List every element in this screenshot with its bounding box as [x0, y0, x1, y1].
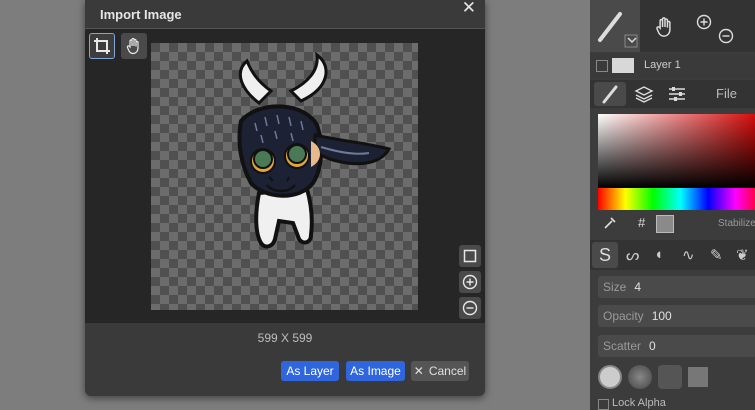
size-value: 4 [634, 280, 642, 294]
as-layer-button[interactable]: As Layer [281, 361, 339, 381]
cancel-button[interactable]: ✕ Cancel [411, 361, 469, 381]
scatter-field[interactable]: Scatter 0 [598, 335, 755, 357]
brush-tool-button[interactable] [590, 0, 640, 52]
scatter-value: 0 [649, 339, 656, 353]
brush-presets: S ᔕ ◖ ∿ ✎ ❦ [590, 240, 755, 270]
sliders-icon[interactable] [668, 86, 686, 102]
close-icon[interactable]: ✕ [462, 0, 476, 18]
lock-alpha-checkbox[interactable] [598, 399, 609, 410]
brush-shapes [590, 364, 755, 390]
scatter-label: Scatter [603, 339, 642, 353]
layer-name: Layer 1 [644, 59, 681, 71]
tool-bar [590, 0, 755, 52]
brush-icon [602, 85, 618, 104]
crop-tool-button[interactable] [89, 33, 115, 59]
brush-shape-square[interactable] [688, 367, 708, 387]
brush-preset-icon[interactable]: ✎ [710, 246, 723, 264]
dialog-title: Import Image [100, 7, 182, 22]
brush-shape-pen[interactable] [658, 365, 682, 389]
size-field[interactable]: Size 4 [598, 276, 755, 298]
right-panel: Layer 1 File # Stabilizer S ᔕ ◖ ∿ ✎ ❦ Si… [590, 0, 755, 410]
zoom-in-icon[interactable] [696, 14, 712, 30]
zoom-in-icon [462, 274, 478, 290]
fit-square-button[interactable] [459, 245, 481, 267]
brush-icon [598, 12, 638, 48]
square-icon [463, 249, 477, 263]
goat-image [237, 51, 392, 249]
as-image-button[interactable]: As Image [346, 361, 405, 381]
size-label: Size [603, 280, 627, 294]
hand-icon [126, 37, 139, 55]
image-preview[interactable] [151, 43, 418, 310]
brush-preset-icon[interactable]: ᔕ [626, 246, 639, 264]
brush-shape-hard[interactable] [598, 365, 622, 389]
hex-label[interactable]: # [638, 215, 645, 230]
brush-shape-soft[interactable] [628, 365, 652, 389]
opacity-label: Opacity [603, 309, 644, 323]
lock-alpha-row[interactable]: Lock Alpha [590, 396, 755, 410]
lock-alpha-label: Lock Alpha [612, 397, 666, 409]
layer-row[interactable]: Layer 1 [590, 54, 755, 78]
crop-icon [94, 38, 110, 54]
opacity-value: 100 [651, 309, 672, 323]
cancel-label: Cancel [428, 364, 467, 378]
brush-preset-active[interactable]: S [592, 242, 618, 268]
zoom-out-icon [462, 300, 478, 316]
import-image-dialog: Import Image ✕ 599 X 599 As Layer As Ima… [85, 0, 485, 396]
color-tools: # Stabilizer [590, 212, 755, 234]
eyedropper-icon[interactable] [602, 215, 618, 231]
brush-preset-icon[interactable]: ∿ [682, 246, 695, 264]
tab-brush[interactable] [594, 82, 626, 106]
zoom-out-button[interactable] [459, 297, 481, 319]
tab-file[interactable]: File [716, 86, 737, 101]
hue-slider[interactable] [598, 188, 755, 210]
image-dimensions: 599 X 599 [257, 331, 313, 345]
hand-tool-button[interactable] [121, 33, 147, 59]
brush-preset-icon[interactable]: ❦ [736, 246, 749, 264]
layer-visibility-checkbox[interactable] [596, 60, 608, 72]
hand-icon[interactable] [654, 16, 676, 38]
color-swatch[interactable] [656, 215, 674, 233]
preview-area [85, 29, 485, 323]
layer-thumbnail [612, 58, 634, 73]
zoom-in-button[interactable] [459, 271, 481, 293]
brush-preset-icon[interactable]: ◖ [654, 246, 663, 263]
layers-icon[interactable] [634, 85, 654, 103]
color-picker[interactable] [598, 114, 755, 188]
zoom-out-icon[interactable] [718, 28, 734, 44]
stabilizer-label: Stabilizer [718, 218, 755, 229]
close-icon: ✕ [413, 364, 424, 378]
panel-tabs: File [590, 80, 755, 108]
opacity-field[interactable]: Opacity 100 [598, 305, 755, 327]
